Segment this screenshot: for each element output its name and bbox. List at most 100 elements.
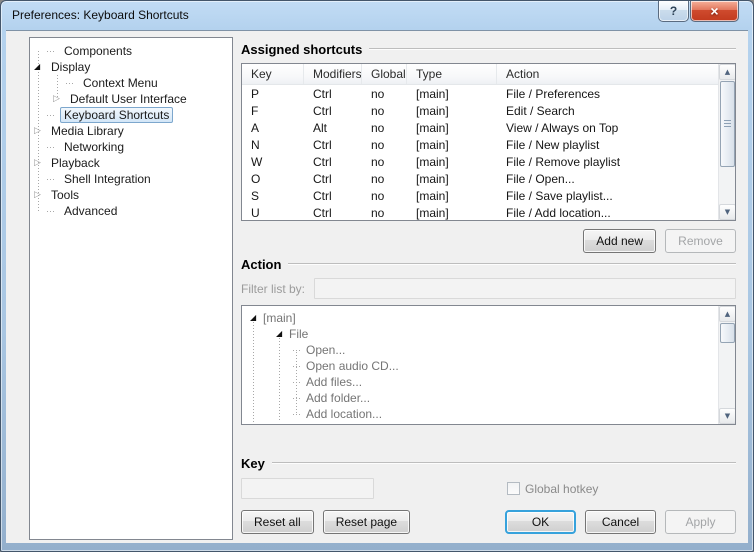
close-button[interactable]: ×: [690, 1, 739, 22]
shortcuts-table[interactable]: Key Modifiers Global Type Action P Ctrl …: [241, 63, 736, 221]
caption-buttons: ? ×: [658, 1, 739, 22]
expander-expanded-icon[interactable]: ◢: [276, 326, 289, 342]
scroll-up-button[interactable]: ▲: [719, 306, 735, 322]
action-tree-item-add-files[interactable]: Add files...: [242, 374, 735, 390]
table-body: P Ctrl no [main] File / Preferences F Ct…: [242, 85, 718, 220]
cell-type: [main]: [416, 87, 449, 101]
scrollbar-thumb[interactable]: [720, 323, 735, 343]
action-tree-item-main[interactable]: ◢ [main]: [242, 310, 735, 326]
column-header-action[interactable]: Action: [497, 64, 718, 84]
expander-expanded-icon[interactable]: ◢: [250, 310, 263, 326]
table-row[interactable]: A Alt no [main] View / Always on Top: [242, 119, 718, 136]
cell-action: File / Preferences: [506, 87, 601, 101]
section-title-action: Action: [241, 256, 282, 272]
cell-global: no: [371, 87, 385, 101]
scroll-down-button[interactable]: ▼: [719, 204, 735, 220]
table-row[interactable]: N Ctrl no [main] File / New playlist: [242, 136, 718, 153]
table-row[interactable]: F Ctrl no [main] Edit / Search: [242, 102, 718, 119]
cell-global: no: [371, 121, 385, 135]
tree-item-label: Open audio CD...: [306, 359, 399, 373]
tree-connector: [47, 146, 56, 148]
action-tree-item-add-folder[interactable]: Add folder...: [242, 390, 735, 406]
sidebar-item-playback[interactable]: ▷ Playback: [30, 155, 232, 171]
sidebar-item-label: Media Library: [51, 124, 124, 138]
cell-modifiers: Ctrl: [313, 189, 332, 203]
tree-connector: [66, 82, 75, 84]
expander-expanded-icon[interactable]: ◢: [34, 59, 47, 75]
tree-connector: [47, 50, 56, 52]
action-tree[interactable]: ◢ [main] ◢ File Open... Open audio CD...: [241, 305, 736, 425]
cell-global: no: [371, 138, 385, 152]
sidebar-item-context-menu[interactable]: Context Menu: [30, 75, 232, 91]
cell-type: [main]: [416, 206, 449, 220]
sidebar-item-display[interactable]: ◢ Display: [30, 59, 232, 75]
section-title-key: Key: [241, 455, 265, 471]
sidebar-item-label: Context Menu: [83, 76, 158, 90]
scroll-down-icon: ▼: [724, 208, 731, 216]
tree-item-label: File: [289, 327, 309, 341]
action-tree-item-open-audio-cd[interactable]: Open audio CD...: [242, 358, 735, 374]
sidebar-item-shell-integration[interactable]: Shell Integration: [30, 171, 232, 187]
global-hotkey-option: Global hotkey: [507, 482, 598, 496]
section-divider: [271, 462, 736, 464]
ok-button[interactable]: OK: [505, 510, 576, 534]
scroll-up-button[interactable]: ▲: [719, 64, 735, 80]
cell-type: [main]: [416, 138, 449, 152]
add-new-button[interactable]: Add new: [583, 229, 656, 253]
sidebar-item-label-selected: Keyboard Shortcuts: [60, 107, 174, 123]
expander-collapsed-icon[interactable]: ▷: [53, 91, 66, 107]
preferences-window: Preferences: Keyboard Shortcuts ? × Comp…: [0, 0, 754, 552]
tree-connector: [293, 349, 302, 351]
tree-connector: [293, 381, 302, 383]
column-header-modifiers[interactable]: Modifiers: [304, 64, 362, 84]
sidebar-item-components[interactable]: Components: [30, 43, 232, 59]
scroll-down-icon: ▼: [724, 412, 731, 420]
sidebar-item-label: Default User Interface: [70, 92, 187, 106]
remove-button: Remove: [665, 229, 736, 253]
cell-type: [main]: [416, 121, 449, 135]
column-header-key[interactable]: Key: [242, 64, 304, 84]
titlebar[interactable]: Preferences: Keyboard Shortcuts ? ×: [1, 1, 753, 30]
action-tree-item-file[interactable]: ◢ File: [242, 326, 735, 342]
table-row[interactable]: O Ctrl no [main] File / Open...: [242, 170, 718, 187]
vertical-scrollbar[interactable]: ▲ ▼: [718, 306, 735, 424]
key-input: [241, 478, 374, 499]
cell-type: [main]: [416, 155, 449, 169]
sidebar-item-media-library[interactable]: ▷ Media Library: [30, 123, 232, 139]
window-title: Preferences: Keyboard Shortcuts: [12, 8, 189, 22]
sidebar-item-label: Networking: [64, 140, 125, 154]
column-header-type[interactable]: Type: [407, 64, 497, 84]
action-tree-item-add-location[interactable]: Add location...: [242, 406, 735, 422]
column-header-global[interactable]: Global: [362, 64, 407, 84]
cell-action: Edit / Search: [506, 104, 575, 118]
cell-action: File / Open...: [506, 172, 575, 186]
reset-page-button[interactable]: Reset page: [322, 510, 411, 534]
cancel-button[interactable]: Cancel: [585, 510, 656, 534]
sidebar-item-networking[interactable]: Networking: [30, 139, 232, 155]
table-row[interactable]: W Ctrl no [main] File / Remove playlist: [242, 153, 718, 170]
sidebar-item-tools[interactable]: ▷ Tools: [30, 187, 232, 203]
sidebar-item-label: Tools: [51, 188, 80, 202]
expander-collapsed-icon[interactable]: ▷: [34, 155, 47, 171]
table-row[interactable]: S Ctrl no [main] File / Save playlist...: [242, 187, 718, 204]
preferences-nav-panel: Components ◢ Display Context Menu ▷ Defa…: [29, 37, 233, 540]
expander-collapsed-icon[interactable]: ▷: [34, 123, 47, 139]
scroll-down-button[interactable]: ▼: [719, 408, 735, 424]
sidebar-item-keyboard-shortcuts[interactable]: Keyboard Shortcuts: [30, 107, 232, 123]
tree-connector: [47, 178, 56, 180]
scrollbar-grip: [724, 120, 731, 127]
expander-collapsed-icon[interactable]: ▷: [34, 187, 47, 203]
tree-item-label: [main]: [263, 311, 296, 325]
action-tree-item-open[interactable]: Open...: [242, 342, 735, 358]
table-row[interactable]: P Ctrl no [main] File / Preferences: [242, 85, 718, 102]
close-icon: ×: [710, 3, 719, 19]
table-row[interactable]: U Ctrl no [main] File / Add location...: [242, 204, 718, 220]
tree-item-label: Add folder...: [306, 391, 371, 405]
reset-all-button[interactable]: Reset all: [241, 510, 314, 534]
scrollbar-thumb[interactable]: [720, 81, 735, 167]
sidebar-item-default-user-interface[interactable]: ▷ Default User Interface: [30, 91, 232, 107]
help-button[interactable]: ?: [658, 1, 689, 22]
vertical-scrollbar[interactable]: ▲ ▼: [718, 64, 735, 220]
sidebar-item-advanced[interactable]: Advanced: [30, 203, 232, 219]
cell-modifiers: Ctrl: [313, 87, 332, 101]
